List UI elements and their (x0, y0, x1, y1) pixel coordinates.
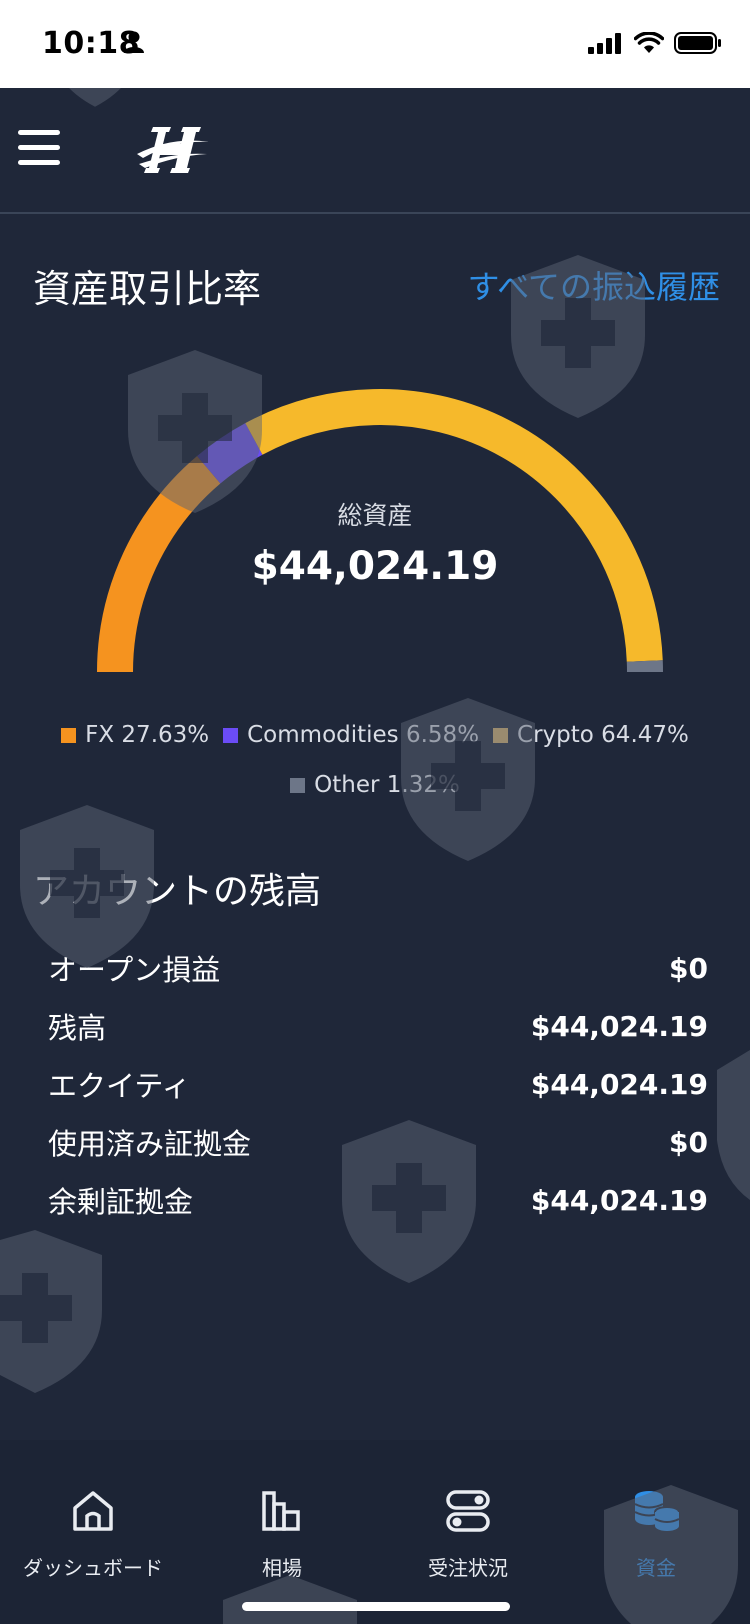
legend-item-fx: FX 27.63% (61, 722, 209, 748)
legend-label: Commodities 6.58% (247, 722, 480, 748)
chart-legend-row-2: Other 1.32% (0, 772, 750, 798)
status-icons (588, 32, 722, 54)
person-icon (123, 31, 145, 57)
tab-label: ダッシュボード (23, 1556, 163, 1580)
balance-label: エクイティ (48, 1069, 191, 1103)
gauge-segment-crypto (245, 389, 663, 662)
balance-row: 使用済み証拠金 $0 (48, 1120, 708, 1164)
transfer-history-link[interactable]: すべての振込履歴 (468, 262, 720, 308)
bar-chart-icon (192, 1480, 372, 1542)
hamburger-menu-icon[interactable] (18, 130, 60, 166)
cellular-signal-icon (588, 33, 621, 54)
tab-dashboard[interactable]: ダッシュボード (3, 1480, 183, 1581)
watermark-shield-icon (717, 1050, 750, 1200)
legend-item-commodities: Commodities 6.58% (223, 722, 479, 748)
legend-item-other: Other 1.32% (290, 772, 460, 798)
balance-value: $44,024.19 (530, 1067, 708, 1101)
balance-label: オープン損益 (48, 953, 221, 987)
balance-label: 残高 (48, 1011, 107, 1045)
allocation-title: 資産取引比率 (33, 267, 262, 311)
legend-swatch (61, 727, 77, 743)
balance-value: $0 (669, 951, 708, 985)
balance-title: アカウントの残高 (33, 871, 322, 912)
balance-row: エクイティ $44,024.19 (48, 1062, 708, 1106)
home-icon (3, 1480, 183, 1542)
legend-swatch (290, 777, 306, 793)
watermark-shield-icon (0, 1230, 102, 1393)
balance-value: $44,024.19 (530, 1009, 708, 1043)
gauge-segment-commodities (197, 423, 263, 484)
legend-swatch (493, 727, 509, 743)
legend-swatch (223, 727, 239, 743)
balance-row: オープン損益 $0 (48, 946, 708, 990)
tab-label: 資金 (636, 1556, 676, 1580)
legend-item-crypto: Crypto 64.47% (493, 722, 689, 748)
wifi-icon (634, 32, 664, 53)
tab-label: 相場 (262, 1556, 302, 1580)
balance-label: 使用済み証拠金 (48, 1127, 252, 1161)
balance-label: 余剰証拠金 (48, 1185, 194, 1219)
tab-funds[interactable]: 資金 (566, 1480, 746, 1581)
balance-value: $44,024.19 (530, 1183, 708, 1217)
brand-logo-icon (135, 124, 211, 180)
coins-icon (566, 1480, 746, 1542)
balance-row: 残高 $44,024.19 (48, 1004, 708, 1048)
balance-row: 余剰証拠金 $44,024.19 (48, 1178, 708, 1222)
legend-label: Other 1.32% (314, 772, 460, 798)
home-indicator (242, 1602, 510, 1611)
chart-legend: FX 27.63% Commodities 6.58% Crypto 64.47… (0, 722, 750, 748)
toggles-icon (378, 1480, 558, 1542)
tab-label: 受注状況 (428, 1556, 508, 1580)
bottom-tab-bar: ダッシュボード 相場 受注状況 資金 (0, 1440, 750, 1624)
app-header (0, 88, 750, 214)
total-assets-label: 総資産 (337, 501, 413, 530)
status-bar: 10:18 (0, 0, 750, 88)
battery-icon (674, 32, 721, 54)
total-assets-value: $44,024.19 (251, 544, 499, 589)
legend-label: FX 27.63% (85, 722, 210, 748)
tab-market[interactable]: 相場 (192, 1480, 372, 1581)
tab-orders[interactable]: 受注状況 (378, 1480, 558, 1581)
balance-value: $0 (669, 1125, 708, 1159)
legend-label: Crypto 64.47% (517, 722, 689, 748)
